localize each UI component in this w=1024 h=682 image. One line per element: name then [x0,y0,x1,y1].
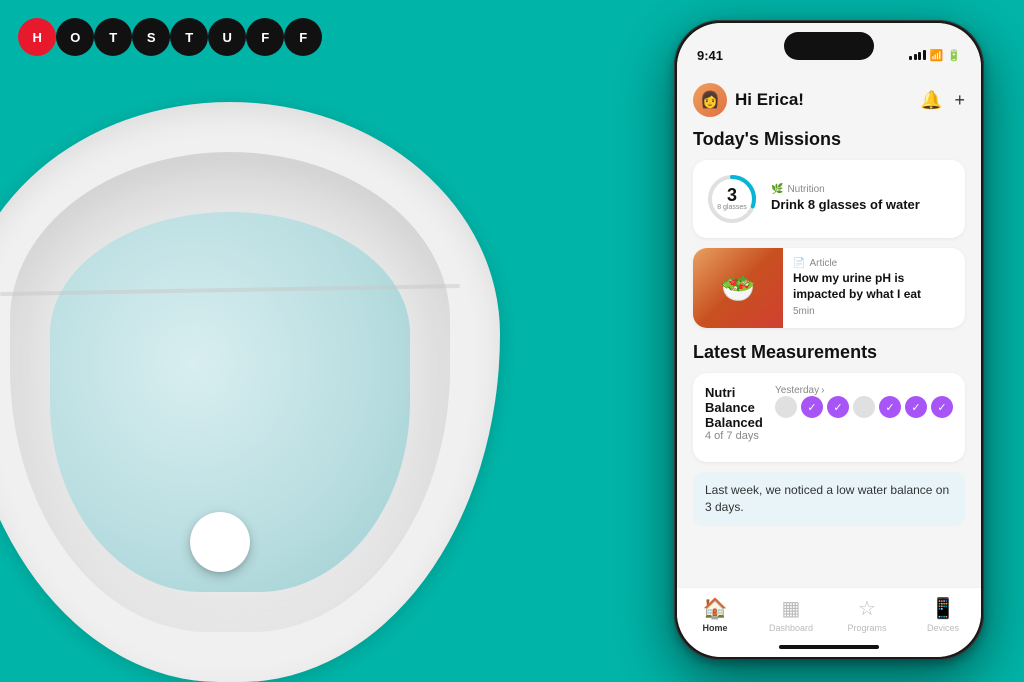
alert-text: Last week, we noticed a low water balanc… [705,483,949,514]
programs-label: Programs [847,623,886,633]
phone-shell: 9:41 📶 🔋 👩 [674,20,984,660]
measurement-header: Nutri Balance Balanced 4 of 7 days Yeste… [705,385,953,442]
phone-mockup: 9:41 📶 🔋 👩 [674,20,984,660]
wifi-icon: 📶 [930,49,944,62]
missions-title: Today's Missions [693,129,965,150]
day-dot-1 [775,396,797,418]
status-icons: 📶 🔋 [909,49,961,62]
water-target-label: 8 glasses [717,204,747,212]
water-mission-card[interactable]: 3 8 glasses 🌿 Nutrition Drink 8 glasses … [693,160,965,238]
measurements-title: Latest Measurements [693,342,965,363]
day-dot-2: ✓ [801,396,823,418]
add-button-icon[interactable]: + [954,90,965,111]
nav-item-devices[interactable]: 📱 Devices [913,596,973,633]
dashboard-icon: ▦ [782,596,801,621]
toilet-sensor-puck [190,512,250,572]
article-info: 📄 Article How my urine pH is impacted by… [783,248,965,328]
home-icon: 🏠 [703,596,728,621]
day-dot-5: ✓ [879,396,901,418]
measurements-section: Latest Measurements Nutri Balance Balanc… [693,342,965,526]
battery-icon: 🔋 [947,49,961,62]
water-alert-card: Last week, we noticed a low water balanc… [693,472,965,526]
brand-letter-t1: T [94,18,132,56]
water-progress-circle: 3 8 glasses [705,172,759,226]
brand-letter-s: S [132,18,170,56]
measurement-titles: Nutri Balance Balanced 4 of 7 days [705,385,775,442]
measurement-title: Nutri Balance [705,385,775,415]
measurement-date: Yesterday › [775,385,953,396]
brand-letter-t2: T [170,18,208,56]
measurement-days: 4 of 7 days [705,430,775,442]
measurement-card[interactable]: Nutri Balance Balanced 4 of 7 days Yeste… [693,373,965,462]
water-mission-info: 🌿 Nutrition Drink 8 glasses of water [771,184,953,214]
nav-item-home[interactable]: 🏠 Home [685,596,745,633]
nutrition-icon: 🌿 [771,184,783,195]
day-dot-6: ✓ [905,396,927,418]
article-category: 📄 Article [793,258,955,269]
notification-bell-icon[interactable]: 🔔 [920,90,942,111]
water-count: 3 [727,186,737,204]
signal-icon [909,50,926,60]
day-dot-3: ✓ [827,396,849,418]
brand-letter-u: U [208,18,246,56]
article-title: How my urine pH is impacted by what I ea… [793,271,955,302]
missions-section: Today's Missions 3 8 glasses [693,129,965,328]
article-mission-card[interactable]: 🥗 📄 Article How my urine pH is impacted … [693,248,965,328]
header-left: 👩 Hi Erica! [693,83,804,117]
day-dots: ✓ ✓ ✓ ✓ ✓ [775,396,953,418]
devices-label: Devices [927,623,959,633]
app-header: 👩 Hi Erica! 🔔 + [693,73,965,129]
brand-letter-h: H [18,18,56,56]
toilet-bowl [0,92,560,682]
day-dot-7: ✓ [931,396,953,418]
brand-letter-o: O [56,18,94,56]
greeting-text: Hi Erica! [735,90,804,110]
devices-icon: 📱 [931,596,956,621]
day-dot-4 [853,396,875,418]
header-actions: 🔔 + [920,90,965,111]
toilet-illustration [0,0,620,682]
home-label: Home [702,623,727,633]
dynamic-island [784,32,874,60]
dashboard-label: Dashboard [769,623,813,633]
article-icon: 📄 [793,258,805,269]
measurement-subtitle: Balanced [705,415,775,430]
brand-letter-f1: F [246,18,284,56]
article-thumbnail: 🥗 [693,248,783,328]
avatar[interactable]: 👩 [693,83,727,117]
nav-item-programs[interactable]: ☆ Programs [837,596,897,633]
programs-icon: ☆ [858,596,876,621]
brand-letter-f2: F [284,18,322,56]
app-content: 👩 Hi Erica! 🔔 + Today's Missions [677,73,981,587]
status-time: 9:41 [697,48,723,63]
phone-screen: 9:41 📶 🔋 👩 [677,23,981,657]
nav-item-dashboard[interactable]: ▦ Dashboard [761,596,821,633]
article-duration: 5min [793,306,955,317]
brand-badge: H O T S T U F F [18,18,322,56]
measurement-right: Yesterday › ✓ ✓ ✓ ✓ [775,385,953,418]
home-indicator [779,645,879,649]
mission-description: Drink 8 glasses of water [771,197,953,214]
chevron-right-icon: › [821,385,824,396]
mission-category: 🌿 Nutrition [771,184,953,195]
